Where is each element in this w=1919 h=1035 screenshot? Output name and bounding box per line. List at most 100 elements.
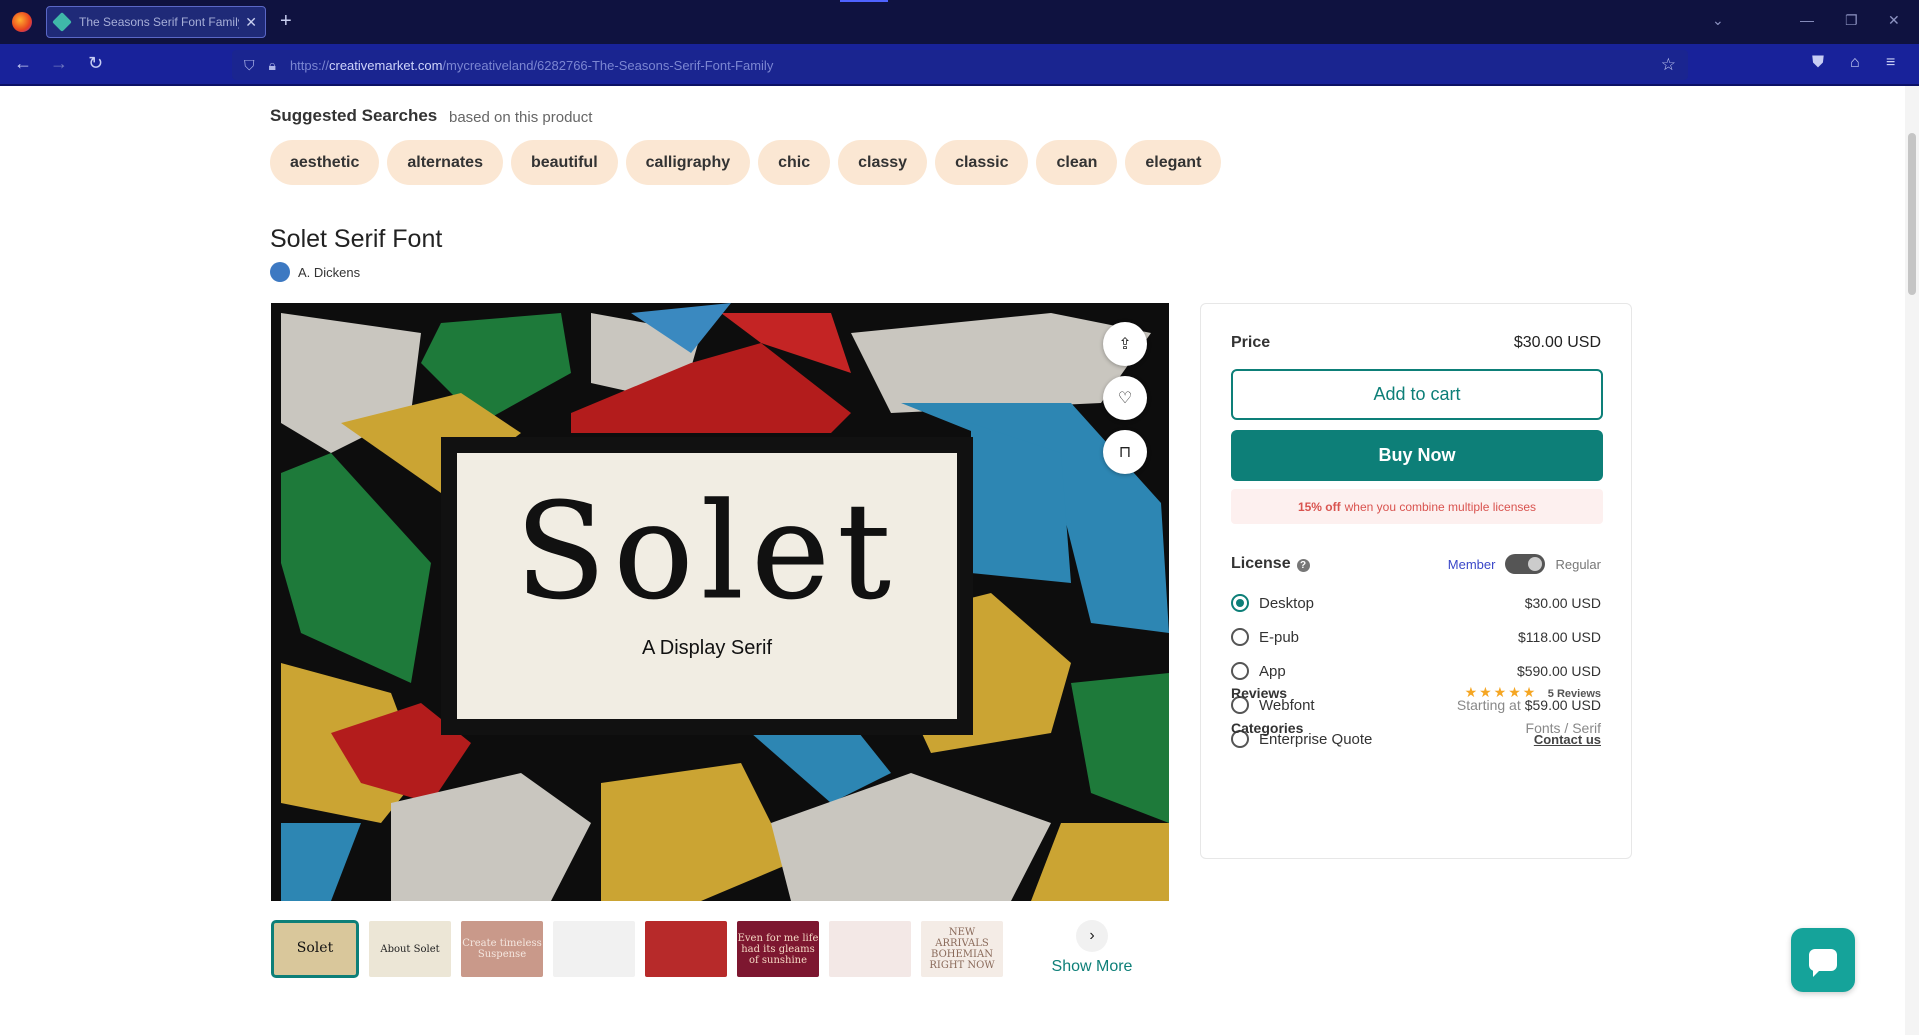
promo-bold: 15% off [1297, 499, 1341, 514]
bookmark-star-icon[interactable]: ☆ [1661, 55, 1676, 75]
show-more[interactable]: › Show More [1051, 920, 1133, 976]
hero-title-card: Solet A Display Serif [457, 453, 957, 719]
suggested-chip[interactable]: alternates [387, 140, 503, 185]
site-favicon-icon [52, 12, 72, 32]
thumbnail[interactable]: Solet [271, 920, 359, 978]
chat-button[interactable] [1791, 928, 1855, 992]
license-price-value: $30.00 USD [1524, 595, 1601, 611]
license-label: E-pub [1259, 628, 1300, 646]
new-tab-icon[interactable]: + [280, 10, 292, 33]
suggested-chip[interactable]: classy [838, 140, 928, 185]
author-name[interactable]: A. Dickens [298, 265, 360, 280]
scrollbar-thumb[interactable] [1908, 133, 1916, 295]
thumbnail[interactable] [645, 921, 727, 977]
member-toggle-group: Member Regular [1448, 554, 1601, 574]
back-icon[interactable]: ← [14, 53, 32, 74]
thumbnail[interactable]: Create timeless Suspense [461, 921, 543, 977]
browser-nav-bar: ← → ↻ ⛉ 🔒︎ https://creativemarket.com/my… [0, 44, 1919, 86]
price-label: Price [1231, 334, 1271, 351]
categories-value[interactable]: Fonts / Serif [1526, 720, 1601, 736]
firefox-logo-icon[interactable] [12, 12, 32, 32]
suggested-chip[interactable]: clean [1036, 140, 1118, 185]
license-radio[interactable] [1231, 594, 1249, 612]
url-text[interactable]: https://creativemarket.com/mycreativelan… [290, 58, 773, 73]
price-value: $30.00 USD [1513, 334, 1601, 351]
help-icon[interactable]: ? [1296, 559, 1310, 572]
member-label: Member [1447, 556, 1496, 572]
license-option[interactable]: Desktop $30.00 USD [1231, 594, 1601, 612]
pricing-panel: Price $30.00 USD Add to cart Buy Now 15%… [1200, 303, 1632, 859]
product-hero-image[interactable]: Solet A Display Serif ⇪ ♡ ⊓ [271, 303, 1169, 901]
license-price: $590.00 USD [1517, 663, 1601, 679]
reload-icon[interactable]: ↻ [88, 53, 103, 74]
tab-indicator [840, 0, 888, 2]
license-name[interactable]: E-pub [1231, 628, 1299, 646]
buy-now-button[interactable]: Buy Now [1231, 430, 1603, 481]
tab-list-chevron-icon[interactable]: ⌄ [1712, 12, 1724, 29]
reviews-summary[interactable]: ★★★★★ 5 Reviews [1465, 684, 1601, 702]
categories-row: Categories Fonts / Serif [1231, 720, 1601, 736]
license-name[interactable]: Desktop [1231, 594, 1314, 612]
forward-icon[interactable]: → [50, 53, 68, 74]
thumbnail[interactable]: NEW ARRIVALS BOHEMIAN RIGHT NOW [921, 921, 1003, 977]
suggested-chips: aesthetic alternates beautiful calligraphy c… [270, 140, 1222, 185]
product-title: Solet Serif Font [270, 225, 443, 253]
add-to-cart-button[interactable]: Add to cart [1231, 369, 1603, 420]
chevron-right-icon[interactable]: › [1076, 920, 1108, 952]
restore-icon[interactable]: ❐ [1845, 12, 1858, 29]
suggested-chip[interactable]: elegant [1125, 140, 1222, 185]
thumbnail[interactable] [553, 921, 635, 977]
suggested-chip[interactable]: classic [935, 140, 1029, 185]
license-label: License? [1231, 555, 1310, 573]
license-option[interactable]: App $590.00 USD [1231, 662, 1601, 680]
close-window-icon[interactable]: ✕ [1888, 12, 1900, 29]
suggested-chip[interactable]: chic [758, 140, 831, 185]
license-name[interactable]: App [1231, 662, 1286, 680]
thumbnail[interactable] [829, 921, 911, 977]
reviews-count[interactable]: 5 Reviews [1548, 688, 1601, 700]
regular-label: Regular [1555, 556, 1601, 572]
show-more-label[interactable]: Show More [1051, 958, 1133, 976]
share-icon[interactable]: ⇪ [1103, 322, 1147, 366]
license-radio[interactable] [1231, 662, 1249, 680]
license-price: $30.00 USD [1525, 595, 1601, 611]
heart-icon[interactable]: ♡ [1103, 376, 1147, 420]
suggested-chip[interactable]: aesthetic [270, 140, 380, 185]
license-price-value: $118.00 USD [1517, 629, 1601, 645]
avatar[interactable] [270, 262, 290, 282]
license-header: License? Member Regular [1231, 554, 1601, 574]
close-tab-icon[interactable]: ✕ [245, 14, 257, 31]
suggested-searches-title: Suggested Searches [270, 106, 438, 125]
menu-icon[interactable]: ≡ [1886, 54, 1895, 72]
url-bar[interactable]: ⛉ 🔒︎ https://creativemarket.com/mycreati… [232, 50, 1688, 80]
lock-icon[interactable]: 🔒︎ [269, 57, 276, 74]
star-rating: ★★★★★ [1464, 684, 1538, 700]
hero-subtitle: A Display Serif [641, 637, 773, 659]
reviews-row: Reviews ★★★★★ 5 Reviews [1231, 684, 1601, 702]
hero-word: Solet [515, 475, 899, 630]
suggested-chip[interactable]: beautiful [510, 140, 618, 185]
browser-tab[interactable]: The Seasons Serif Font Family ✕ [46, 6, 266, 38]
bookmark-icon[interactable]: ⊓ [1103, 430, 1147, 474]
author[interactable]: A. Dickens [270, 262, 360, 282]
chat-bubble-icon [1809, 949, 1837, 977]
license-option[interactable]: E-pub $118.00 USD [1231, 628, 1601, 646]
member-regular-toggle[interactable] [1505, 554, 1546, 574]
minimize-icon[interactable]: — [1800, 12, 1814, 28]
categories-label: Categories [1231, 720, 1304, 736]
price-row: Price $30.00 USD [1231, 334, 1601, 352]
license-price-value: $590.00 USD [1516, 663, 1601, 679]
suggested-chip[interactable]: calligraphy [625, 140, 751, 185]
license-price: $118.00 USD [1518, 629, 1601, 645]
tab-title: The Seasons Serif Font Family [79, 15, 240, 29]
tracking-shield-icon[interactable]: ⛉ [244, 57, 255, 74]
thumbnail[interactable]: Even for me life had its gleams of sunsh… [737, 921, 819, 977]
license-radio[interactable] [1231, 628, 1249, 646]
license-label: App [1259, 662, 1286, 680]
promo-banner: 15% off when you combine multiple licens… [1231, 489, 1603, 524]
thumbnail[interactable]: About Solet [369, 921, 451, 977]
reviews-label: Reviews [1231, 685, 1288, 701]
browser-tab-bar: The Seasons Serif Font Family ✕ + ⌄ — ❐ … [0, 0, 1919, 44]
extensions-icon[interactable]: ⌂ [1850, 54, 1860, 72]
pocket-icon[interactable]: ⛊ [1812, 54, 1824, 72]
